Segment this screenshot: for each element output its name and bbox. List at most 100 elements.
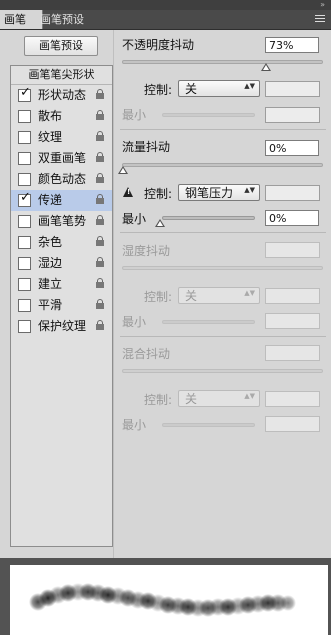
lock-icon[interactable]: [96, 131, 104, 141]
list-item-protect-texture[interactable]: 保护纹理: [11, 316, 112, 337]
item-label: 杂色: [38, 235, 63, 249]
checkbox[interactable]: [18, 299, 31, 312]
checkbox[interactable]: [18, 278, 31, 291]
lock-icon[interactable]: [96, 152, 104, 162]
list-item-smoothing[interactable]: 平滑: [11, 295, 112, 316]
select-value: 关: [185, 289, 198, 303]
mix-min-field[interactable]: [265, 416, 320, 432]
wetness-min-label: 最小: [122, 315, 147, 329]
list-item-noise[interactable]: 杂色: [11, 232, 112, 253]
wetness-jitter-slider[interactable]: [122, 266, 323, 270]
wetness-control-select[interactable]: 关 ▲▼: [178, 287, 260, 304]
opacity-control-select[interactable]: 关 ▲▼: [178, 80, 260, 97]
item-label: 颜色动态: [38, 172, 87, 186]
list-item-texture[interactable]: 纹理: [11, 127, 112, 148]
lock-icon[interactable]: [96, 194, 104, 204]
opacity-jitter-slider[interactable]: [122, 60, 323, 64]
mix-min-slider[interactable]: [162, 423, 255, 427]
opacity-control-field[interactable]: [265, 81, 320, 97]
select-value: 钢笔压力: [185, 186, 234, 200]
lock-icon[interactable]: [96, 299, 104, 309]
checkbox[interactable]: [18, 236, 31, 249]
flow-jitter-slider-thumb[interactable]: [118, 166, 128, 174]
checkbox[interactable]: ✓: [18, 190, 31, 207]
select-value: 关: [185, 392, 198, 406]
wetness-control-label: 控制:: [144, 290, 173, 304]
wetness-min-field[interactable]: [265, 313, 320, 329]
list-item-transfer[interactable]: ✓ 传递: [11, 190, 112, 211]
flow-control-field[interactable]: [265, 185, 320, 201]
item-label: 形状动态: [38, 88, 87, 102]
item-label: 散布: [38, 109, 63, 123]
opacity-jitter-input[interactable]: 73%: [265, 37, 319, 53]
list-item-color-dynamics[interactable]: 颜色动态: [11, 169, 112, 190]
opacity-jitter-label: 不透明度抖动: [122, 38, 195, 52]
flow-min-input[interactable]: 0%: [265, 210, 319, 226]
opacity-control-label: 控制:: [144, 83, 173, 97]
wetness-control-field[interactable]: [265, 288, 320, 304]
lock-icon[interactable]: [96, 89, 104, 99]
section-divider: [120, 129, 326, 130]
item-label: 建立: [38, 277, 63, 291]
checkbox[interactable]: ✓: [18, 85, 31, 102]
panel-menu-icon[interactable]: [315, 15, 325, 24]
flow-min-slider[interactable]: [162, 216, 255, 220]
wetness-jitter-input[interactable]: [265, 242, 320, 258]
checkbox[interactable]: [18, 131, 31, 144]
list-item-brush-pose[interactable]: 画笔笔势: [11, 211, 112, 232]
list-item-dual-brush[interactable]: 双重画笔: [11, 148, 112, 169]
wetness-min-slider[interactable]: [162, 320, 255, 324]
flow-min-slider-thumb[interactable]: [155, 219, 165, 227]
flow-jitter-slider[interactable]: [122, 163, 323, 167]
lock-icon[interactable]: [96, 173, 104, 183]
flow-jitter-label: 流量抖动: [122, 140, 171, 154]
lock-icon[interactable]: [96, 257, 104, 267]
opacity-jitter-slider-thumb[interactable]: [261, 63, 271, 71]
check-icon: ✓: [20, 85, 31, 100]
brush-tip-shape-item[interactable]: 画笔笔尖形状: [11, 66, 112, 85]
checkbox[interactable]: [18, 173, 31, 186]
collapse-icon[interactable]: »: [320, 0, 325, 10]
flow-jitter-input[interactable]: 0%: [265, 140, 319, 156]
opacity-min-field[interactable]: [265, 107, 320, 123]
brush-panel: 画笔预设 画笔笔尖形状 ✓ 形状动态 散布 纹理 双重画笔 颜色动态 ✓ 传递 …: [0, 30, 331, 558]
brush-stroke-preview: [10, 565, 328, 635]
mix-min-label: 最小: [122, 418, 147, 432]
list-item-scattering[interactable]: 散布: [11, 106, 112, 127]
select-arrows-icon: ▲▼: [244, 289, 255, 297]
mix-jitter-slider[interactable]: [122, 369, 323, 373]
mix-control-label: 控制:: [144, 393, 173, 407]
brush-presets-button[interactable]: 画笔预设: [24, 36, 98, 56]
checkbox[interactable]: [18, 152, 31, 165]
select-arrows-icon: ▲▼: [244, 186, 255, 194]
checkbox[interactable]: [18, 215, 31, 228]
lock-icon[interactable]: [96, 236, 104, 246]
checkbox[interactable]: [18, 320, 31, 333]
warning-icon: !: [123, 187, 133, 197]
check-icon: ✓: [20, 190, 31, 205]
opacity-min-slider[interactable]: [162, 113, 255, 117]
opacity-min-label: 最小: [122, 108, 147, 122]
panel-title-bar: »: [0, 0, 331, 10]
item-label: 保护纹理: [38, 319, 87, 333]
mix-control-select[interactable]: 关 ▲▼: [178, 390, 260, 407]
list-item-build-up[interactable]: 建立: [11, 274, 112, 295]
item-label: 双重画笔: [38, 151, 87, 165]
lock-icon[interactable]: [96, 215, 104, 225]
item-label: 画笔笔势: [38, 214, 87, 228]
item-label: 湿边: [38, 256, 63, 270]
tab-brush-presets[interactable]: 画笔预设: [36, 10, 102, 29]
lock-icon[interactable]: [96, 278, 104, 288]
lock-icon[interactable]: [96, 320, 104, 330]
checkbox[interactable]: [18, 257, 31, 270]
list-item-shape-dynamics[interactable]: ✓ 形状动态: [11, 85, 112, 106]
brush-settings-list: 画笔笔尖形状 ✓ 形状动态 散布 纹理 双重画笔 颜色动态 ✓ 传递 画笔笔势 …: [10, 65, 113, 547]
checkbox[interactable]: [18, 110, 31, 123]
item-label: 传递: [38, 193, 63, 207]
flow-control-select[interactable]: 钢笔压力 ▲▼: [178, 184, 260, 201]
lock-icon[interactable]: [96, 110, 104, 120]
list-item-wet-edges[interactable]: 湿边: [11, 253, 112, 274]
mix-control-field[interactable]: [265, 391, 320, 407]
mix-jitter-input[interactable]: [265, 345, 320, 361]
section-divider: [120, 232, 326, 233]
